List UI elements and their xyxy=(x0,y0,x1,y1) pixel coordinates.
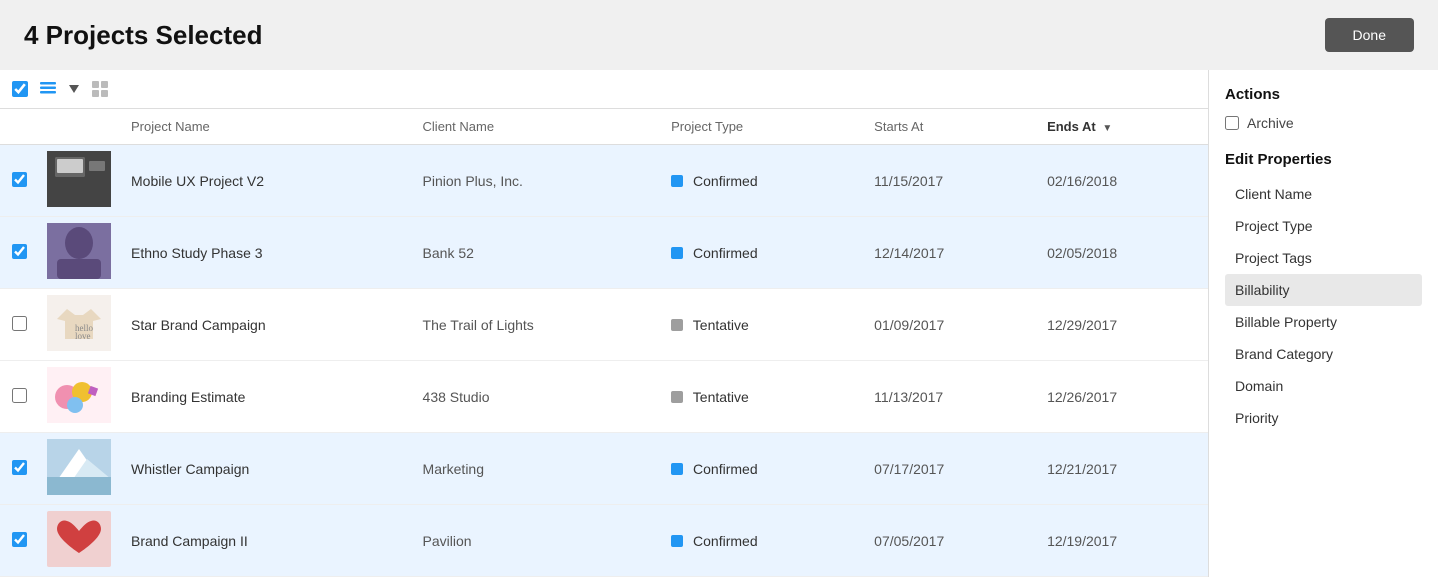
row-checkbox-cell xyxy=(0,433,39,505)
row-project-type: Confirmed xyxy=(659,505,862,577)
row-checkbox-cell xyxy=(0,505,39,577)
row-project-name: Branding Estimate xyxy=(119,361,411,433)
row-checkbox[interactable] xyxy=(12,316,27,331)
type-label: Confirmed xyxy=(693,533,758,549)
edit-property-item[interactable]: Priority xyxy=(1225,402,1422,434)
row-thumbnail-cell xyxy=(39,217,119,289)
row-thumbnail-cell xyxy=(39,361,119,433)
edit-props-title: Edit Properties xyxy=(1225,151,1422,168)
page-title: 4 Projects Selected xyxy=(24,20,262,51)
dropdown-view-button[interactable] xyxy=(62,78,86,100)
table-body: Mobile UX Project V2 Pinion Plus, Inc. C… xyxy=(0,145,1208,577)
row-starts-at: 11/15/2017 xyxy=(862,145,1035,217)
edit-property-item[interactable]: Project Type xyxy=(1225,210,1422,242)
row-project-name: Ethno Study Phase 3 xyxy=(119,217,411,289)
edit-property-item[interactable]: Brand Category xyxy=(1225,338,1422,370)
row-project-type: Confirmed xyxy=(659,217,862,289)
row-starts-at: 11/13/2017 xyxy=(862,361,1035,433)
table-row: hellolove Star Brand Campaign The Trail … xyxy=(0,289,1208,361)
edit-property-item[interactable]: Client Name xyxy=(1225,178,1422,210)
projects-table: Project Name Client Name Project Type St… xyxy=(0,109,1208,577)
row-client-name: Pavilion xyxy=(411,505,660,577)
props-list: Client NameProject TypeProject TagsBilla… xyxy=(1225,178,1422,434)
edit-property-item[interactable]: Project Tags xyxy=(1225,242,1422,274)
type-label: Tentative xyxy=(693,389,749,405)
row-ends-at: 12/29/2017 xyxy=(1035,289,1208,361)
row-client-name: The Trail of Lights xyxy=(411,289,660,361)
view-icons xyxy=(36,78,112,100)
row-client-name: 438 Studio xyxy=(411,361,660,433)
row-client-name: Bank 52 xyxy=(411,217,660,289)
archive-row: Archive xyxy=(1225,115,1422,131)
table-header: Project Name Client Name Project Type St… xyxy=(0,109,1208,145)
table-row: Ethno Study Phase 3 Bank 52 Confirmed 12… xyxy=(0,217,1208,289)
row-ends-at: 02/05/2018 xyxy=(1035,217,1208,289)
archive-checkbox[interactable] xyxy=(1225,116,1239,130)
table-row: Mobile UX Project V2 Pinion Plus, Inc. C… xyxy=(0,145,1208,217)
table-row: Branding Estimate 438 Studio Tentative 1… xyxy=(0,361,1208,433)
select-all-checkbox[interactable] xyxy=(12,81,28,97)
row-project-type: Tentative xyxy=(659,361,862,433)
row-project-name: Brand Campaign II xyxy=(119,505,411,577)
row-checkbox[interactable] xyxy=(12,388,27,403)
row-checkbox[interactable] xyxy=(12,244,27,259)
row-starts-at: 07/17/2017 xyxy=(862,433,1035,505)
row-starts-at: 01/09/2017 xyxy=(862,289,1035,361)
type-label: Confirmed xyxy=(693,173,758,189)
row-client-name: Marketing xyxy=(411,433,660,505)
svg-text:love: love xyxy=(75,331,91,341)
row-starts-at: 07/05/2017 xyxy=(862,505,1035,577)
row-project-name: Mobile UX Project V2 xyxy=(119,145,411,217)
row-checkbox[interactable] xyxy=(12,172,27,187)
row-project-name: Whistler Campaign xyxy=(119,433,411,505)
row-project-type: Confirmed xyxy=(659,145,862,217)
grid-view-button[interactable] xyxy=(88,78,112,100)
col-ends-at[interactable]: Ends At ▼ xyxy=(1035,109,1208,145)
row-project-type: Tentative xyxy=(659,289,862,361)
list-view-button[interactable] xyxy=(36,78,60,100)
type-label: Tentative xyxy=(693,317,749,333)
table-toolbar xyxy=(0,70,1208,109)
row-ends-at: 02/16/2018 xyxy=(1035,145,1208,217)
row-project-type: Confirmed xyxy=(659,433,862,505)
table-row: Brand Campaign II Pavilion Confirmed 07/… xyxy=(0,505,1208,577)
row-client-name: Pinion Plus, Inc. xyxy=(411,145,660,217)
row-starts-at: 12/14/2017 xyxy=(862,217,1035,289)
row-thumbnail-cell xyxy=(39,505,119,577)
row-checkbox[interactable] xyxy=(12,460,27,475)
type-label: Confirmed xyxy=(693,245,758,261)
row-project-name: Star Brand Campaign xyxy=(119,289,411,361)
row-ends-at: 12/26/2017 xyxy=(1035,361,1208,433)
row-ends-at: 12/19/2017 xyxy=(1035,505,1208,577)
edit-property-item[interactable]: Billability xyxy=(1225,274,1422,306)
row-checkbox[interactable] xyxy=(12,532,27,547)
col-project-type: Project Type xyxy=(659,109,862,145)
row-thumbnail-cell xyxy=(39,433,119,505)
type-label: Confirmed xyxy=(693,461,758,477)
edit-property-item[interactable]: Billable Property xyxy=(1225,306,1422,338)
page-header: 4 Projects Selected Done xyxy=(0,0,1438,70)
actions-title: Actions xyxy=(1225,86,1422,103)
edit-property-item[interactable]: Domain xyxy=(1225,370,1422,402)
row-checkbox-cell xyxy=(0,145,39,217)
col-thumb xyxy=(39,109,119,145)
done-button[interactable]: Done xyxy=(1325,18,1414,52)
row-ends-at: 12/21/2017 xyxy=(1035,433,1208,505)
row-checkbox-cell xyxy=(0,289,39,361)
sort-arrow: ▼ xyxy=(1102,123,1112,134)
col-checkbox xyxy=(0,109,39,145)
row-thumbnail-cell: hellolove xyxy=(39,289,119,361)
row-checkbox-cell xyxy=(0,361,39,433)
row-thumbnail-cell xyxy=(39,145,119,217)
archive-label: Archive xyxy=(1247,115,1294,131)
col-client-name: Client Name xyxy=(411,109,660,145)
row-checkbox-cell xyxy=(0,217,39,289)
table-row: Whistler Campaign Marketing Confirmed 07… xyxy=(0,433,1208,505)
col-project-name: Project Name xyxy=(119,109,411,145)
col-starts-at: Starts At xyxy=(862,109,1035,145)
